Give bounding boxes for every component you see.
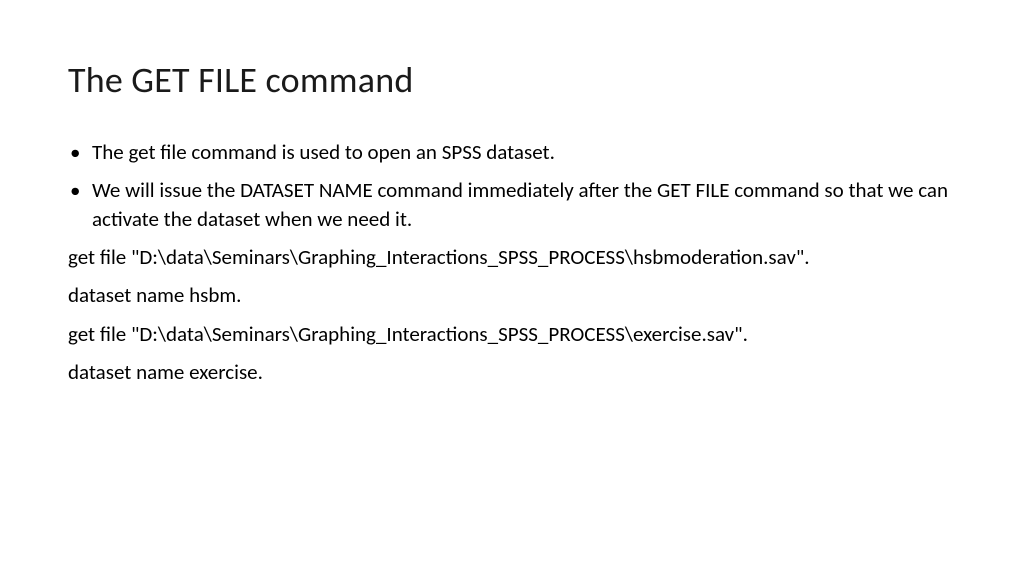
slide-content: • The get file command is used to open a…: [68, 138, 956, 386]
code-line: get file "D:\data\Seminars\Graphing_Inte…: [68, 243, 956, 271]
bullet-text: We will issue the DATASET NAME command i…: [92, 176, 956, 233]
code-line: dataset name hsbm.: [68, 281, 956, 309]
bullet-marker: •: [68, 138, 92, 166]
bullet-text: The get file command is used to open an …: [92, 138, 956, 166]
bullet-marker: •: [68, 176, 92, 204]
bullet-item: • The get file command is used to open a…: [68, 138, 956, 166]
code-line: dataset name exercise.: [68, 358, 956, 386]
bullet-item: • We will issue the DATASET NAME command…: [68, 176, 956, 233]
slide-title: The GET FILE command: [68, 58, 956, 102]
code-line: get file "D:\data\Seminars\Graphing_Inte…: [68, 320, 956, 348]
